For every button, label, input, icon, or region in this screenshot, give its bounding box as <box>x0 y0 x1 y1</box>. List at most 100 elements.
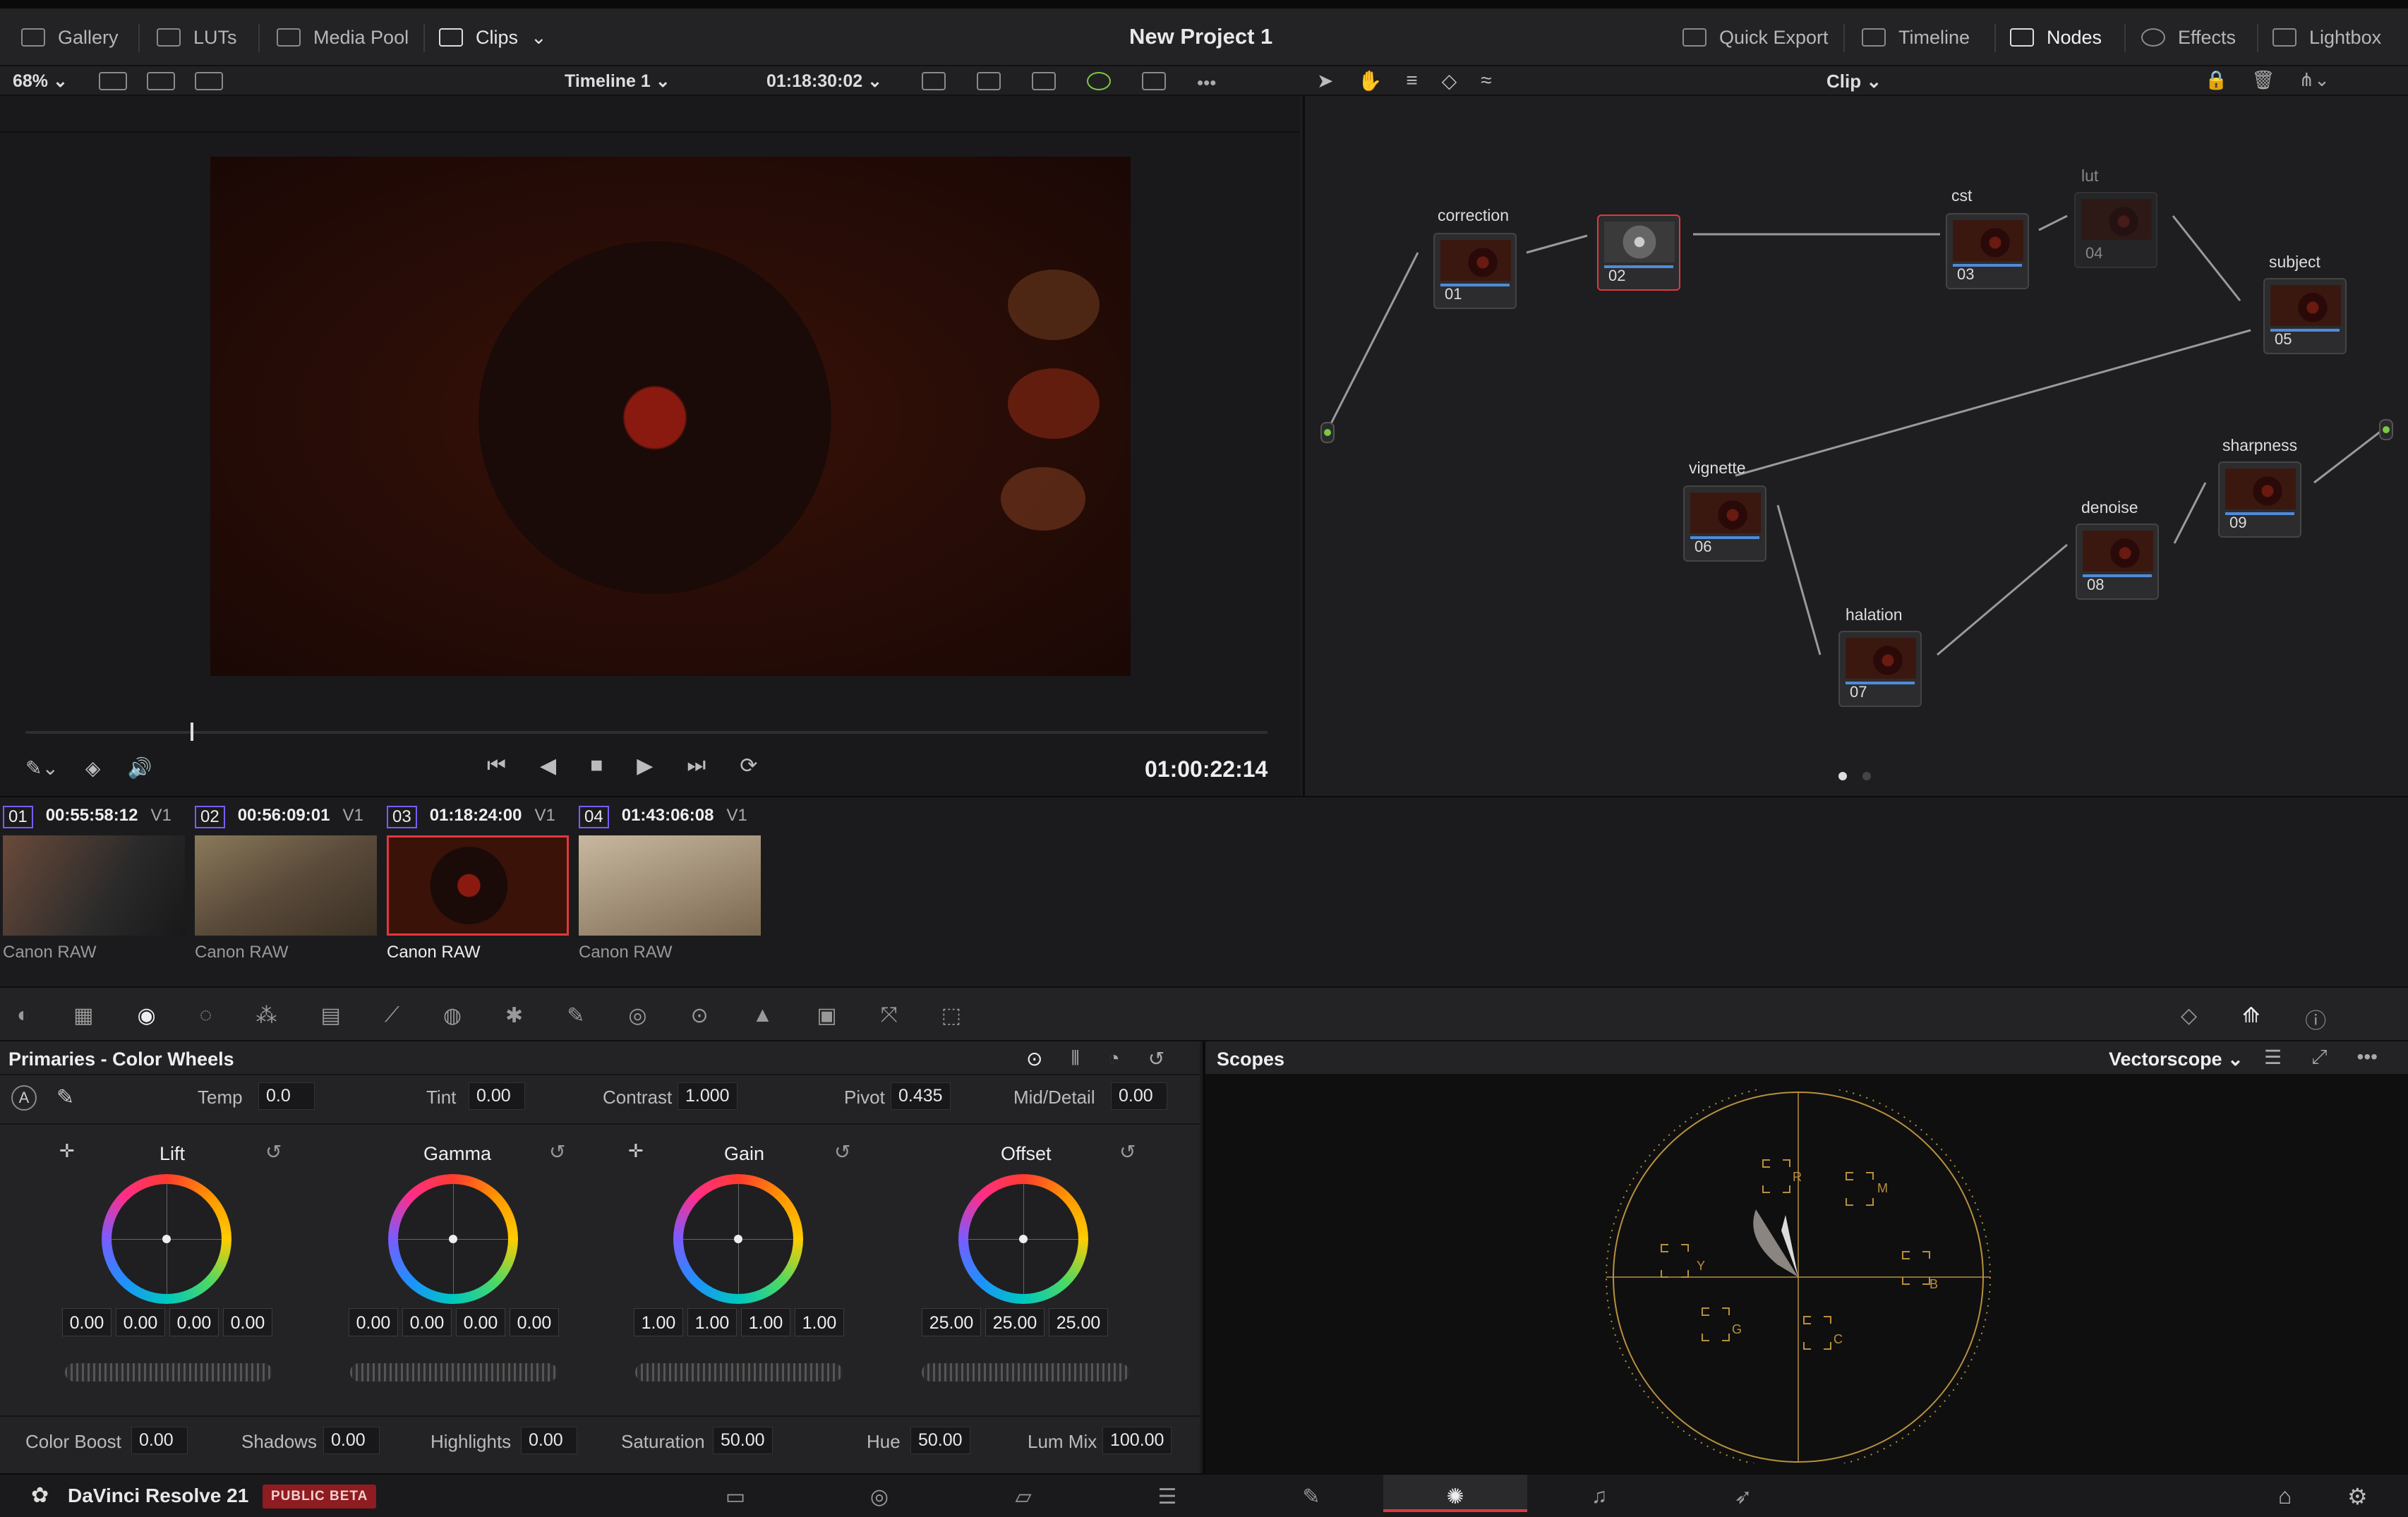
reset-all-icon[interactable]: ↺ <box>1148 1047 1164 1070</box>
lock-icon[interactable]: 🔒 <box>2205 69 2227 91</box>
page-dot[interactable] <box>1862 772 1871 780</box>
luts-button[interactable]: LUTs <box>157 8 237 66</box>
gear-icon[interactable]: ⚙ <box>2347 1483 2368 1510</box>
node-09[interactable]: 09 <box>2218 461 2301 538</box>
scopes-icon[interactable]: ⟰ <box>2242 1003 2260 1034</box>
node-08[interactable]: 08 <box>2076 524 2159 600</box>
output-node[interactable] <box>2379 419 2393 440</box>
quick-export-button[interactable]: Quick Export <box>1682 8 1829 66</box>
key-icon[interactable]: ⤧ <box>881 1003 898 1028</box>
stop-icon[interactable]: ■ <box>590 754 603 778</box>
tint-field[interactable]: 0.00 <box>469 1082 525 1110</box>
grid-view-icon[interactable] <box>147 72 175 90</box>
sizing-icon[interactable]: ⬚ <box>941 1003 961 1028</box>
wave-icon[interactable]: ≈ <box>1481 69 1491 92</box>
volume-icon[interactable]: 🔊 <box>127 756 152 780</box>
fairlight-page-icon[interactable]: ♫ <box>1527 1475 1671 1512</box>
safe-area-icon[interactable] <box>922 72 946 90</box>
media-page-icon[interactable]: ▭ <box>663 1475 807 1512</box>
edit-page-icon[interactable]: ▱ <box>951 1475 1095 1512</box>
expand-icon[interactable]: ⤢ <box>2311 1046 2327 1069</box>
hand-icon[interactable]: ✋ <box>1357 69 1382 92</box>
reset-icon[interactable]: ↺ <box>834 1140 850 1164</box>
lift-master-wheel[interactable] <box>65 1363 272 1382</box>
go-to-start-icon[interactable]: ⏮ <box>487 754 506 778</box>
contrast-field[interactable]: 1.000 <box>678 1082 738 1110</box>
go-to-end-icon[interactable]: ⏭ <box>687 754 706 778</box>
effects-button[interactable]: Effects <box>2141 8 2236 66</box>
color-warper-icon[interactable]: ◍ <box>443 1003 462 1028</box>
qualifier-picker-icon[interactable]: ✎ <box>567 1003 584 1028</box>
reset-icon[interactable]: ↺ <box>549 1140 565 1164</box>
bars-mode-icon[interactable]: ⦀ <box>1071 1047 1079 1070</box>
node-02[interactable]: 02 <box>1597 214 1680 291</box>
shadows-field[interactable]: 0.00 <box>323 1427 380 1454</box>
lum-mix-field[interactable]: 100.00 <box>1102 1427 1172 1454</box>
cut-page-icon[interactable]: ◎ <box>807 1475 951 1512</box>
keyframes-icon[interactable]: ◇ <box>2181 1003 2197 1034</box>
hue-field[interactable]: 50.00 <box>910 1427 970 1454</box>
node-03[interactable]: 03 <box>1946 213 2029 289</box>
wheels-mode-icon[interactable]: ⊙ <box>1026 1047 1042 1070</box>
split-view-icon[interactable] <box>195 72 223 90</box>
color-page-icon[interactable]: ✺ <box>1383 1475 1527 1512</box>
curves-icon[interactable]: ⟋ <box>385 1003 399 1028</box>
more-icon[interactable]: ••• <box>1197 72 1216 94</box>
tracker-icon[interactable]: ⊙ <box>691 1003 709 1028</box>
layers-icon[interactable]: ◇ <box>1442 69 1457 92</box>
eyedropper-icon[interactable]: ✎⌄ <box>25 756 59 780</box>
motion-effects-icon[interactable]: ▤ <box>321 1003 341 1028</box>
trash-icon[interactable]: 🗑 <box>2251 69 2275 91</box>
hdr-icon[interactable] <box>977 72 1001 90</box>
timeline-dropdown[interactable]: Timeline 1 ⌄ <box>565 71 670 92</box>
gamma-wheel[interactable] <box>388 1174 518 1304</box>
node-mode-dropdown[interactable]: Clip ⌄ <box>1826 71 1882 92</box>
play-icon[interactable]: ▶ <box>637 754 653 778</box>
info-icon[interactable]: ⓘ <box>2305 1003 2326 1034</box>
crosshair-icon[interactable]: ✛ <box>628 1140 644 1162</box>
color-wheels-icon[interactable]: ◉ <box>137 1003 155 1028</box>
more-icon[interactable]: ••• <box>2357 1046 2378 1069</box>
playhead[interactable] <box>191 723 193 741</box>
camera-raw-icon[interactable]: ◐ <box>17 1003 30 1028</box>
fusion-page-icon[interactable]: ☰ <box>1095 1475 1239 1512</box>
lightbox-button[interactable]: Lightbox <box>2272 8 2381 66</box>
blur-icon[interactable]: ▣ <box>817 1003 836 1028</box>
log-mode-icon[interactable]: ◔ <box>1108 1047 1120 1070</box>
crosshair-icon[interactable]: ✛ <box>59 1140 75 1162</box>
gain-master-wheel[interactable] <box>635 1363 843 1382</box>
clip-04[interactable]: 04 01:43:06:08 V1 Canon RAW <box>579 806 765 962</box>
auto-balance-button[interactable]: A <box>11 1085 37 1111</box>
color-boost-field[interactable]: 0.00 <box>131 1427 188 1454</box>
reset-icon[interactable]: ↺ <box>1119 1140 1136 1164</box>
scrubber-track[interactable] <box>25 731 1268 734</box>
lift-wheel[interactable] <box>102 1174 231 1304</box>
picker-icon[interactable]: ✎ <box>56 1085 74 1110</box>
video-frame[interactable] <box>210 157 1131 676</box>
window-icon[interactable]: ◎ <box>628 1003 646 1028</box>
page-dot-active[interactable] <box>1838 772 1847 780</box>
magic-mask-icon[interactable]: ▲ <box>752 1003 773 1028</box>
media-pool-button[interactable]: Media Pool <box>277 8 409 66</box>
share-icon[interactable]: ⋔⌄ <box>2299 69 2330 91</box>
source-timecode[interactable]: 01:18:30:02 ⌄ <box>766 71 882 92</box>
nodes-button[interactable]: Nodes <box>2010 8 2102 66</box>
fairlight-brush-icon[interactable]: ✎ <box>1239 1475 1383 1512</box>
node-01[interactable]: 01 <box>1433 233 1517 309</box>
temp-field[interactable]: 0.0 <box>258 1082 315 1110</box>
node-04[interactable]: 04 <box>2074 192 2157 268</box>
mid-detail-field[interactable]: 0.00 <box>1111 1082 1167 1110</box>
loop-icon[interactable]: ⟳ <box>740 754 757 778</box>
reverse-icon[interactable]: ◀ <box>540 754 556 778</box>
node-07[interactable]: 07 <box>1838 631 1922 707</box>
node-06[interactable]: 06 <box>1683 485 1766 562</box>
node-05[interactable]: 05 <box>2263 278 2347 354</box>
offset-wheel[interactable] <box>958 1174 1088 1304</box>
hdr-wheels-icon[interactable]: ◌ <box>200 1003 212 1028</box>
clip-02[interactable]: 02 00:56:09:01 V1 Canon RAW <box>195 806 381 962</box>
layers-icon[interactable]: ◈ <box>85 756 101 780</box>
node-editor[interactable]: correction 01 02 cst 03 lut 04 subject 0… <box>1303 96 2408 796</box>
color-picker-icon[interactable] <box>1087 72 1111 90</box>
clips-button[interactable]: Clips ⌄ <box>439 8 547 66</box>
pivot-field[interactable]: 0.435 <box>891 1082 951 1110</box>
